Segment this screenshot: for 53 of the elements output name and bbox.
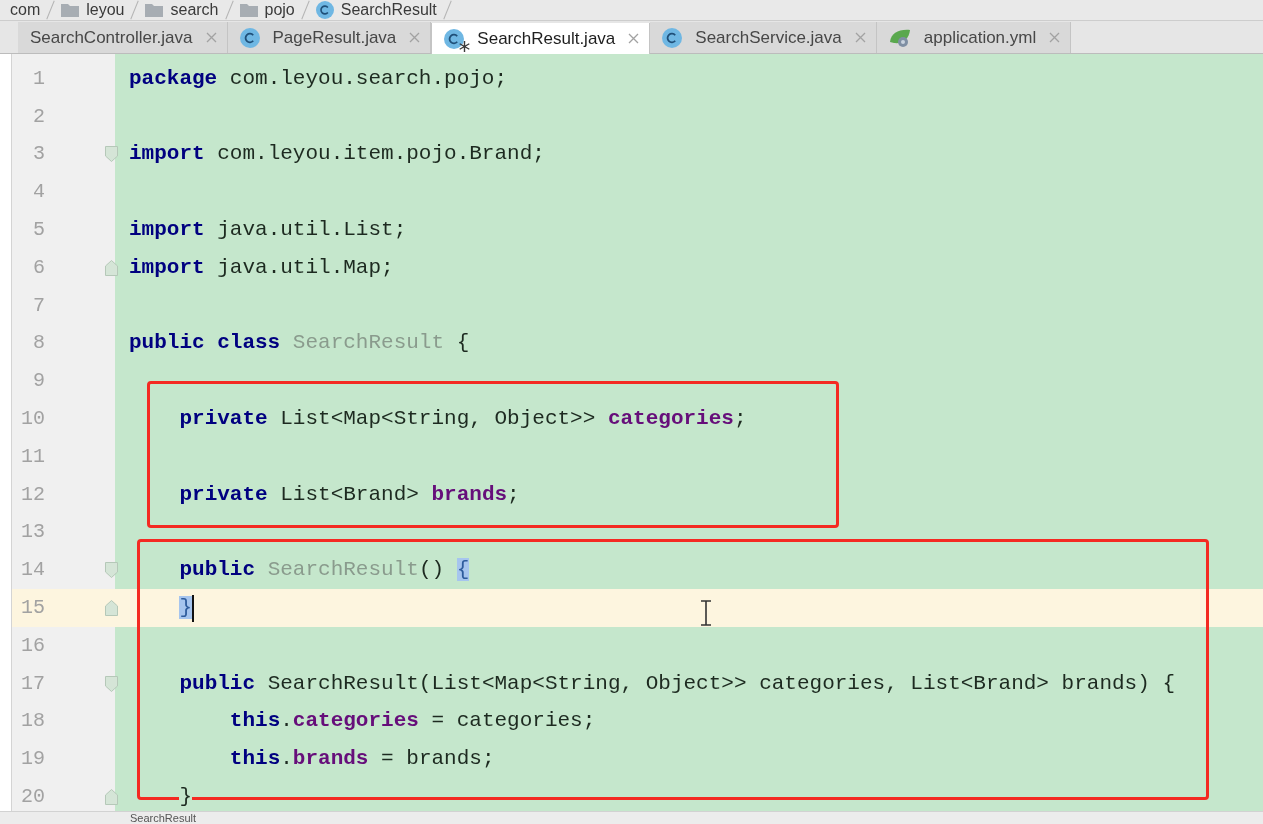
- editor-tab[interactable]: SearchResult.java: [431, 23, 651, 54]
- line-number: 16: [20, 633, 45, 658]
- breadcrumb-item[interactable]: leyou: [86, 1, 125, 19]
- line-number: 5: [32, 218, 45, 243]
- line-number: 18: [20, 709, 45, 734]
- breadcrumb-item[interactable]: com: [10, 1, 41, 19]
- editor-tab[interactable]: SearchController.java: [18, 22, 228, 53]
- breadcrumb-item[interactable]: SearchResult: [340, 1, 437, 19]
- editor-tab[interactable]: PageResult.java: [227, 22, 432, 53]
- close-icon[interactable]: [1049, 32, 1061, 43]
- line-number: 1: [32, 66, 45, 91]
- close-icon[interactable]: [854, 32, 866, 43]
- editor-tab[interactable]: application.yml: [876, 22, 1072, 53]
- fold-marker-icon[interactable]: [105, 675, 118, 692]
- breadcrumb-item[interactable]: SearchResult: [130, 812, 197, 824]
- breadcrumb-item[interactable]: pojo: [264, 1, 295, 19]
- fold-marker-icon[interactable]: [105, 600, 118, 617]
- class-icon: [444, 28, 465, 49]
- code-line: }: [179, 596, 193, 621]
- line-number: 14: [20, 558, 45, 583]
- line-number: 17: [20, 671, 45, 696]
- line-number: 10: [20, 407, 45, 432]
- breadcrumb-item[interactable]: search: [170, 1, 219, 19]
- folder-icon: [239, 3, 258, 17]
- class-icon: [315, 1, 334, 19]
- line-number: 3: [32, 142, 45, 167]
- leaf-gear-icon: [888, 27, 911, 48]
- folder-icon: [145, 3, 164, 17]
- fold-marker-icon[interactable]: [105, 146, 118, 163]
- editor-tab[interactable]: SearchService.java: [650, 22, 877, 53]
- line-number: 8: [32, 331, 45, 356]
- line-number: 4: [32, 180, 45, 205]
- line-number: 19: [20, 747, 45, 772]
- text-caret: [192, 594, 195, 622]
- close-icon[interactable]: [628, 33, 640, 44]
- text-cursor-icon: [700, 600, 712, 626]
- fold-marker-icon[interactable]: [105, 259, 118, 276]
- line-number: 15: [20, 596, 45, 621]
- line-number: 20: [20, 785, 45, 810]
- line-number: 12: [20, 482, 45, 507]
- line-number: 9: [32, 369, 45, 394]
- fold-marker-icon[interactable]: [105, 562, 118, 579]
- close-icon[interactable]: [409, 32, 421, 43]
- line-number: 2: [32, 104, 45, 129]
- line-number: 6: [32, 255, 45, 280]
- class-icon: [662, 27, 683, 48]
- line-number: 7: [32, 293, 45, 318]
- line-number: 13: [20, 520, 45, 545]
- close-icon[interactable]: [205, 32, 217, 43]
- fold-marker-icon[interactable]: [105, 789, 118, 806]
- line-number: 11: [20, 444, 45, 469]
- class-icon: [239, 27, 260, 48]
- folder-icon: [61, 3, 80, 17]
